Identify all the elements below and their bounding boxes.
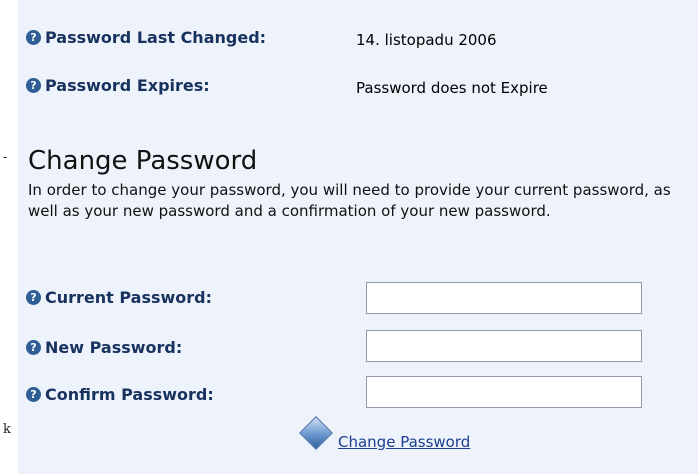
confirm-password-row: ? Confirm Password:: [26, 385, 214, 404]
change-password-description: In order to change your password, you wi…: [28, 181, 671, 220]
new-password-label: New Password:: [45, 338, 183, 357]
blue-diamond-icon[interactable]: [299, 416, 333, 450]
help-icon[interactable]: ?: [26, 387, 41, 402]
current-password-label: Current Password:: [45, 288, 213, 307]
help-icon[interactable]: ?: [26, 30, 41, 45]
help-icon[interactable]: ?: [26, 340, 41, 355]
change-password-heading: Change Password: [28, 146, 258, 176]
gutter-mark-top: -: [3, 150, 8, 165]
change-password-link[interactable]: Change Password: [338, 433, 470, 451]
help-icon[interactable]: ?: [26, 78, 41, 93]
password-last-changed-row: ? Password Last Changed:: [26, 28, 266, 47]
help-icon[interactable]: ?: [26, 290, 41, 305]
new-password-row: ? New Password:: [26, 338, 182, 357]
password-last-changed-label: Password Last Changed:: [45, 28, 267, 47]
change-password-action[interactable]: Change Password: [299, 416, 470, 451]
left-gutter: - k: [0, 0, 18, 474]
confirm-password-input[interactable]: [366, 376, 642, 408]
confirm-password-label: Confirm Password:: [45, 385, 214, 404]
password-expires-value: Password does not Expire: [356, 79, 548, 97]
password-expires-label: Password Expires:: [45, 76, 210, 95]
password-panel: ? Password Last Changed: 14. listopadu 2…: [18, 0, 698, 474]
password-expires-row: ? Password Expires:: [26, 76, 210, 95]
new-password-input[interactable]: [366, 330, 642, 362]
current-password-input[interactable]: [366, 282, 642, 314]
current-password-row: ? Current Password:: [26, 288, 212, 307]
gutter-mark-bottom: k: [3, 422, 11, 437]
password-last-changed-value: 14. listopadu 2006: [356, 31, 497, 49]
